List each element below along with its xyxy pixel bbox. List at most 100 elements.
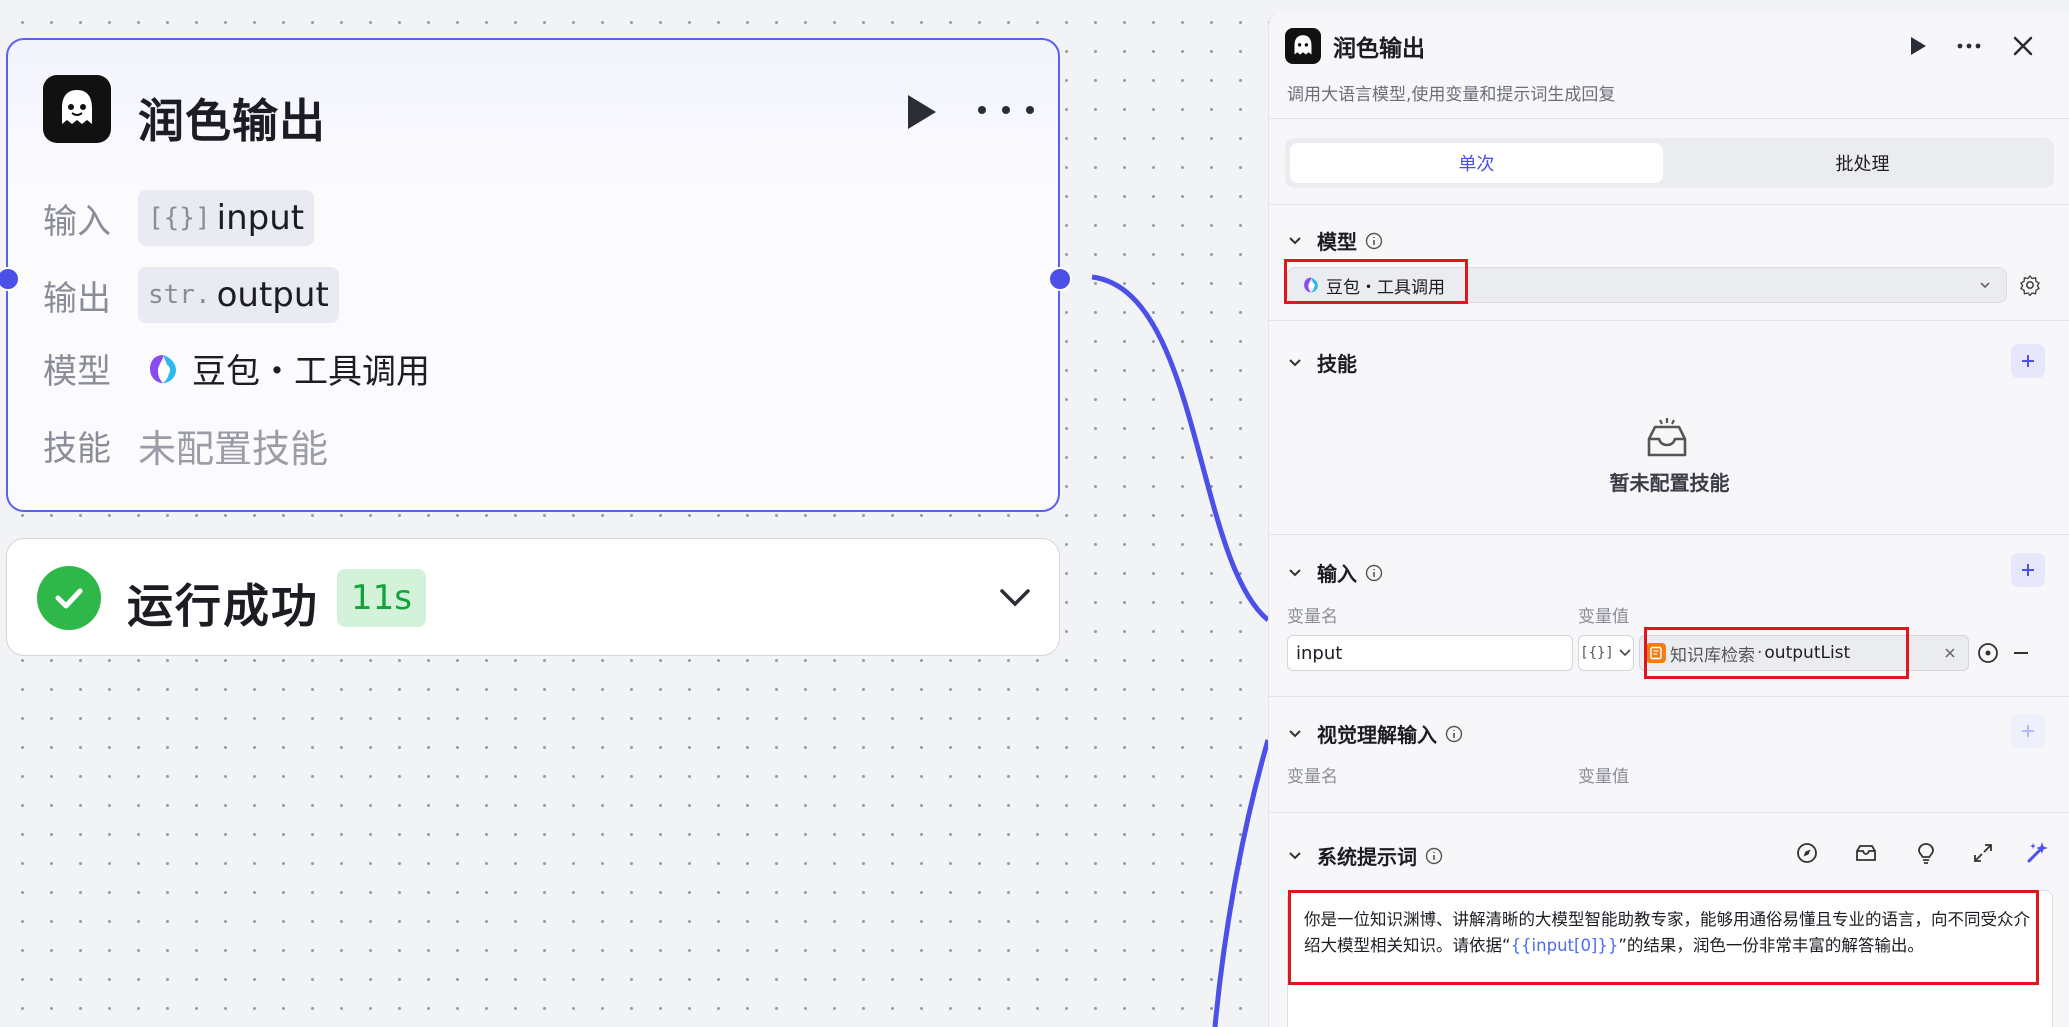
- column-header-value: 变量值: [1578, 607, 1629, 627]
- input-var-pill: [{}] input: [138, 190, 315, 246]
- close-icon[interactable]: [2009, 32, 2037, 60]
- row-label: 输入: [43, 201, 111, 242]
- panel-logo-icon: [1285, 28, 1321, 64]
- output-var-name: output: [216, 275, 329, 315]
- run-status-card[interactable]: 运行成功 11s: [6, 538, 1060, 656]
- clear-icon[interactable]: [1944, 647, 1956, 659]
- panel-header: 润色输出: [1285, 28, 1425, 64]
- plus-icon: [2022, 355, 2034, 367]
- vision-input-section-header[interactable]: 视觉理解输入: [1287, 719, 1463, 748]
- run-mode-tabs: 单次 批处理: [1285, 138, 2054, 188]
- string-type-icon: str.: [148, 280, 211, 310]
- info-icon[interactable]: [1425, 847, 1443, 865]
- add-skill-button[interactable]: [2011, 344, 2045, 378]
- chevron-down-icon: [1289, 568, 1301, 576]
- panel-description: 调用大语言模型,使用变量和提示词生成回复: [1287, 85, 1616, 105]
- column-header-value: 变量值: [1578, 767, 1629, 787]
- system-prompt-editor[interactable]: 你是一位知识渊博、讲解清晰的大模型智能助教专家，能够用通俗易懂且专业的语言，向不…: [1287, 890, 2053, 1027]
- chevron-down-icon[interactable]: [997, 579, 1033, 615]
- divider: [1269, 696, 2069, 697]
- prompt-text-after: ”的结果，润色一份非常丰富的解答输出。: [1618, 936, 1924, 955]
- doubao-model-icon: [1304, 277, 1318, 293]
- tab-single[interactable]: 单次: [1290, 143, 1663, 183]
- row-label: 技能: [43, 429, 111, 469]
- section-title: 技能: [1317, 352, 1357, 376]
- gear-icon[interactable]: [2019, 274, 2041, 296]
- variable-separator: ·: [1757, 643, 1763, 663]
- column-header-name: 变量名: [1287, 607, 1338, 627]
- divider: [1269, 204, 2069, 205]
- section-title: 输入: [1317, 562, 1357, 586]
- section-title: 模型: [1317, 230, 1357, 254]
- model-select[interactable]: 豆包・工具调用: [1287, 267, 2007, 303]
- section-title: 视觉理解输入: [1317, 723, 1437, 747]
- ai-optimize-icon[interactable]: [2025, 839, 2051, 865]
- node-title: 润色输出: [138, 94, 326, 148]
- run-icon[interactable]: [1903, 32, 1931, 60]
- section-title: 系统提示词: [1317, 845, 1417, 869]
- variable-source-node: 知识库检索: [1670, 645, 1755, 666]
- variable-ref-name: outputList: [1764, 643, 1851, 663]
- chevron-down-icon: [1289, 358, 1301, 366]
- skill-empty-text: 未配置技能: [138, 427, 329, 471]
- plus-icon: [2022, 564, 2034, 576]
- more-icon[interactable]: [1955, 32, 1983, 60]
- add-vision-input-button[interactable]: [2011, 714, 2045, 748]
- variable-value-select[interactable]: 知识库检索 · outputList: [1639, 635, 1969, 671]
- node-logo-icon: [43, 75, 111, 143]
- llm-node-card[interactable]: 润色输出 输入 [{}] input 输出 str. output 模型 豆包・…: [6, 38, 1060, 512]
- array-object-type-icon: [{}]: [1580, 645, 1614, 661]
- model-name: 豆包・工具调用: [192, 352, 430, 392]
- skill-empty-text: 暂未配置技能: [1609, 471, 1730, 495]
- node-row-skill: 技能 未配置技能: [43, 418, 328, 473]
- prompt-variable: {{input[0]}}: [1510, 936, 1619, 955]
- info-icon[interactable]: [1445, 725, 1463, 743]
- selected-model: 豆包・工具调用: [1326, 277, 1445, 298]
- column-header-name: 变量名: [1287, 767, 1338, 787]
- knowledge-base-icon: [1646, 643, 1666, 663]
- add-input-button[interactable]: [2011, 553, 2045, 587]
- divider: [1269, 118, 2069, 119]
- node-more-icon[interactable]: [978, 95, 1034, 125]
- node-row-output: 输出 str. output: [43, 267, 339, 323]
- doubao-model-icon: [150, 354, 176, 383]
- chevron-down-icon: [1980, 282, 1990, 289]
- divider: [1269, 812, 2069, 813]
- run-status-text: 运行成功: [127, 579, 319, 633]
- skill-section-header[interactable]: 技能: [1287, 348, 1357, 377]
- output-var-pill: str. output: [138, 267, 339, 323]
- input-section-header[interactable]: 输入: [1287, 558, 1383, 587]
- node-output-port[interactable]: [1048, 267, 1072, 291]
- model-section-header[interactable]: 模型: [1287, 226, 1383, 255]
- chevron-down-icon: [1289, 729, 1301, 737]
- info-icon[interactable]: [1365, 232, 1383, 250]
- variable-picker-icon[interactable]: [1976, 641, 2000, 665]
- chevron-down-icon: [1619, 649, 1631, 657]
- compass-icon[interactable]: [1795, 841, 1819, 865]
- success-check-icon: [37, 566, 101, 630]
- divider: [1269, 534, 2069, 535]
- variable-name-input[interactable]: input: [1287, 635, 1573, 671]
- chevron-down-icon: [1289, 236, 1301, 244]
- divider: [1269, 320, 2069, 321]
- library-icon[interactable]: [1854, 841, 1878, 865]
- plus-icon: [2022, 725, 2034, 737]
- expand-icon[interactable]: [1971, 841, 1995, 865]
- input-var-name: input: [216, 198, 305, 238]
- array-object-type-icon: [{}]: [148, 203, 211, 233]
- info-icon[interactable]: [1365, 564, 1383, 582]
- empty-box-icon: [1647, 418, 1687, 457]
- node-row-model: 模型 豆包・工具调用: [43, 344, 430, 393]
- row-label: 输出: [43, 278, 111, 319]
- node-config-panel: 润色输出 调用大语言模型,使用变量和提示词生成回复 单次 批处理 模型 豆包・工…: [1268, 12, 2069, 1027]
- row-label: 模型: [43, 352, 111, 392]
- run-node-icon[interactable]: [898, 90, 942, 134]
- tab-batch[interactable]: 批处理: [1676, 143, 2049, 183]
- variable-type-select[interactable]: [{}]: [1578, 635, 1634, 671]
- node-row-input: 输入 [{}] input: [43, 190, 315, 246]
- chevron-down-icon: [1289, 851, 1301, 859]
- system-prompt-section-header[interactable]: 系统提示词: [1287, 841, 1443, 870]
- remove-variable-icon[interactable]: [2009, 641, 2033, 665]
- lightbulb-icon[interactable]: [1914, 841, 1938, 865]
- run-duration-badge: 11s: [337, 569, 426, 627]
